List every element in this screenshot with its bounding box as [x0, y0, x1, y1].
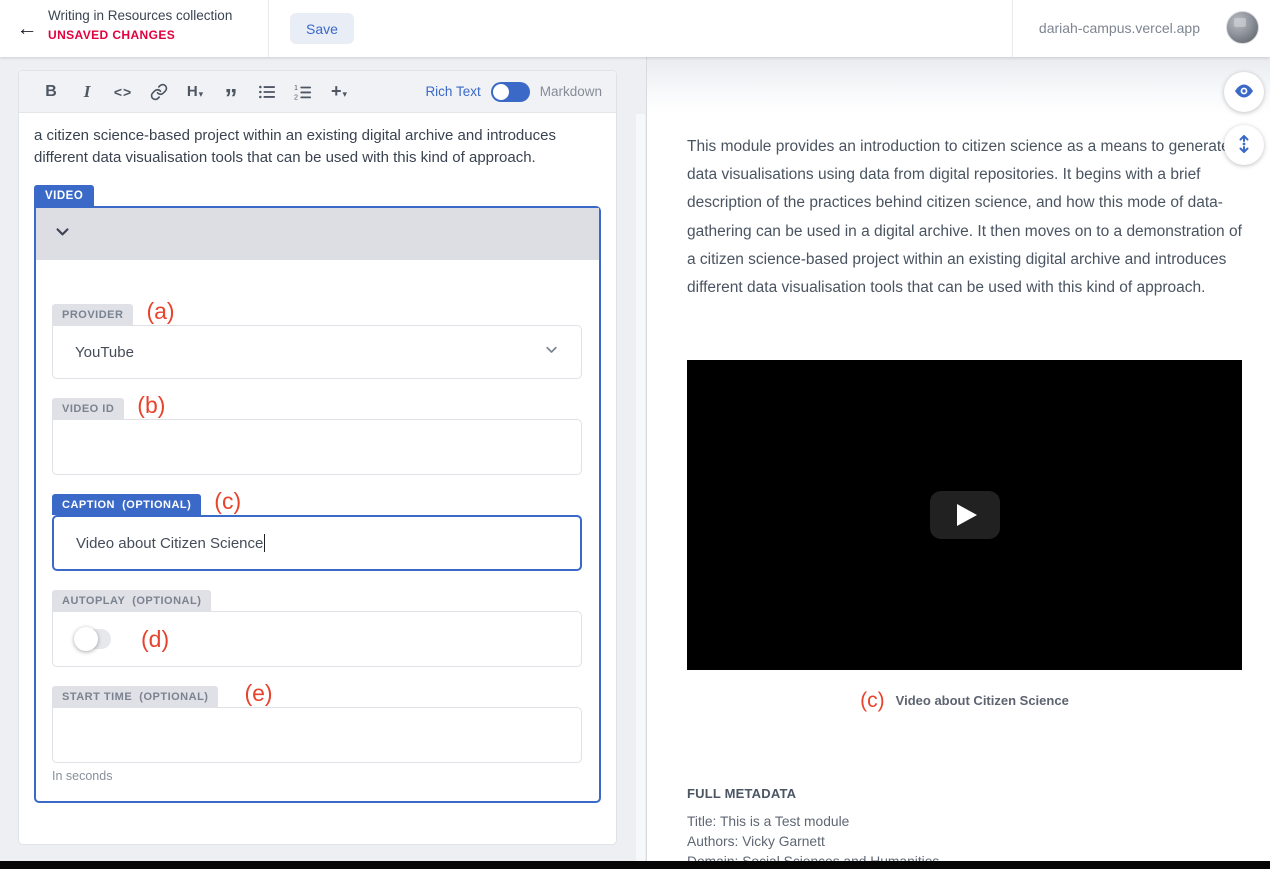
heading-icon[interactable]: H ▾	[177, 77, 213, 107]
bottom-bar	[0, 861, 1270, 869]
add-block-icon[interactable]: + ▾	[321, 77, 357, 107]
start-time-input[interactable]	[52, 707, 582, 763]
avatar[interactable]	[1226, 11, 1259, 44]
mode-toggle[interactable]	[491, 82, 530, 102]
field-caption: CAPTION (OPTIONAL) (c) Video about Citiz…	[52, 494, 583, 571]
video-player[interactable]	[687, 360, 1242, 670]
provider-label: PROVIDER	[52, 304, 133, 325]
editor-mode-switch: Rich Text Markdown	[425, 82, 602, 102]
annotation-d: (d)	[141, 628, 169, 651]
metadata-title-line: Title: This is a Test module	[687, 812, 939, 832]
mode-rich-text-label[interactable]: Rich Text	[425, 84, 480, 99]
link-icon[interactable]	[141, 77, 177, 107]
back-button[interactable]: ←	[13, 15, 41, 43]
annotation-e: (e)	[244, 682, 272, 705]
play-button[interactable]	[930, 491, 1000, 539]
video-widget-header[interactable]	[36, 208, 599, 260]
cms-app: ← Writing in Resources collection UNSAVE…	[0, 0, 1270, 869]
svg-text:1: 1	[294, 83, 298, 92]
scroll-sync-icon	[1233, 133, 1255, 158]
autoplay-label: AUTOPLAY (OPTIONAL)	[52, 590, 211, 611]
caption-label: CAPTION (OPTIONAL)	[52, 494, 201, 515]
autoplay-toggle[interactable]	[75, 629, 111, 649]
caret-down-icon: ▾	[342, 89, 347, 100]
preview-paragraph: This module provides an introduction to …	[687, 133, 1244, 302]
topbar-divider-right	[1012, 0, 1013, 57]
editor-scrollbar[interactable]	[636, 114, 645, 869]
video-id-input[interactable]	[52, 419, 582, 475]
annotation-b: (b)	[137, 394, 165, 417]
italic-icon[interactable]: I	[69, 77, 105, 107]
preview-visibility-button[interactable]	[1224, 72, 1264, 112]
caption-value: Video about Citizen Science	[76, 535, 263, 552]
field-autoplay: AUTOPLAY (OPTIONAL) (d)	[52, 590, 583, 667]
document-title-block: Writing in Resources collection UNSAVED …	[48, 8, 232, 42]
svg-text:2: 2	[294, 92, 298, 100]
video-id-label: VIDEO ID	[52, 398, 124, 419]
quote-icon[interactable]: ”	[213, 77, 249, 107]
scroll-sync-button[interactable]	[1224, 125, 1264, 165]
start-time-hint: In seconds	[52, 769, 583, 783]
site-domain-label: dariah-campus.vercel.app	[1039, 20, 1200, 36]
full-metadata-heading: FULL METADATA	[687, 786, 939, 801]
pane-divider	[646, 57, 647, 869]
video-widget-tab[interactable]: VIDEO	[34, 185, 94, 206]
editor-card: B I <> H ▾ ”	[18, 70, 617, 845]
video-widget-fieldset: PROVIDER (a) YouTube	[34, 206, 601, 803]
caret-down-icon: ▾	[199, 89, 204, 100]
chevron-down-icon	[54, 223, 71, 245]
video-widget-content: PROVIDER (a) YouTube	[36, 260, 599, 801]
eye-icon	[1233, 80, 1255, 105]
caption-input[interactable]: Video about Citizen Science	[52, 515, 582, 571]
autoplay-box: (d)	[52, 611, 582, 667]
video-caption-text: Video about Citizen Science	[896, 693, 1069, 708]
toggle-knob	[493, 84, 509, 100]
preview-pane: visualisation This module provides an in…	[647, 57, 1270, 869]
annotation-c: (c)	[214, 490, 241, 513]
start-time-label: START TIME (OPTIONAL)	[52, 686, 218, 707]
provider-select[interactable]: YouTube	[52, 325, 582, 379]
rich-text-toolbar: B I <> H ▾ ”	[19, 71, 616, 113]
editor-body[interactable]: a citizen science-based project within a…	[19, 113, 616, 803]
top-bar: ← Writing in Resources collection UNSAVE…	[0, 0, 1270, 57]
annotation-a: (a)	[146, 300, 174, 323]
bulleted-list-icon[interactable]	[249, 77, 285, 107]
preview-top-fade	[647, 57, 1270, 115]
page-title: Writing in Resources collection	[48, 8, 232, 23]
play-icon	[957, 504, 977, 526]
topbar-divider-left	[268, 0, 269, 57]
clipped-heading-fragment: visualisation	[1145, 57, 1208, 60]
video-caption-row: (c) Video about Citizen Science	[687, 690, 1242, 711]
field-video-id: VIDEO ID (b)	[52, 398, 583, 475]
chevron-down-icon	[544, 342, 559, 362]
toggle-knob	[74, 627, 98, 651]
annotation-c-preview: (c)	[860, 690, 885, 711]
bold-icon[interactable]: B	[33, 77, 69, 107]
unsaved-changes-badge: UNSAVED CHANGES	[48, 28, 232, 42]
save-button[interactable]: Save	[290, 13, 354, 44]
editor-pane: B I <> H ▾ ”	[0, 57, 646, 869]
field-provider: PROVIDER (a) YouTube	[52, 304, 583, 379]
editor-paragraph[interactable]: a citizen science-based project within a…	[34, 125, 601, 168]
metadata-authors-line: Authors: Vicky Garnett	[687, 832, 939, 852]
numbered-list-icon[interactable]: 1 2	[285, 77, 321, 107]
full-metadata-section: FULL METADATA Title: This is a Test modu…	[687, 786, 939, 869]
field-start-time: START TIME (OPTIONAL) (e) In seconds	[52, 686, 583, 783]
provider-value: YouTube	[75, 344, 134, 361]
arrow-left-icon: ←	[17, 17, 38, 40]
code-icon[interactable]: <>	[105, 77, 141, 107]
text-cursor	[264, 534, 265, 552]
mode-markdown-label[interactable]: Markdown	[540, 84, 602, 99]
